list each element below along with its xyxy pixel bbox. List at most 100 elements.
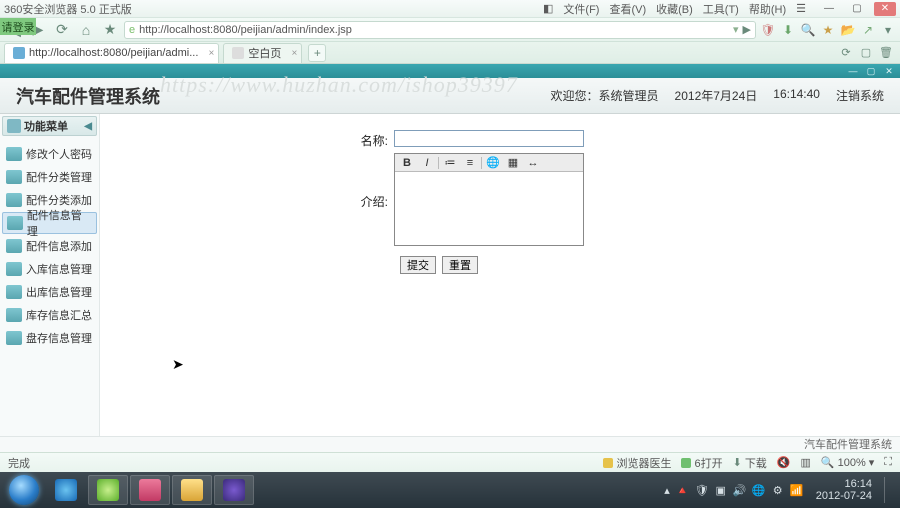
favorite-button[interactable]: ★ <box>100 20 120 40</box>
menu-file[interactable]: 文件(F) <box>559 1 603 17</box>
tray-icon[interactable]: 🔺 <box>676 483 690 497</box>
tab-ctrl-icon[interactable]: ▢ <box>858 45 874 61</box>
menu-fav[interactable]: 收藏(B) <box>652 1 697 17</box>
start-orb-icon <box>9 475 39 505</box>
rte-tool-button[interactable]: ≡ <box>461 156 479 170</box>
status-download[interactable]: ⬇ 下载 <box>733 455 767 471</box>
tray-icon[interactable]: ⚙ <box>771 483 785 497</box>
tray-icon[interactable]: 📶 <box>790 483 804 497</box>
sidebar-item-icon <box>6 262 22 276</box>
sidebar-item[interactable]: 配件信息添加 <box>2 235 97 257</box>
url-dropdown-icon[interactable]: ▾ <box>733 23 739 36</box>
home-button[interactable]: ⌂ <box>76 20 96 40</box>
sidebar: 功能菜单 ◀ 修改个人密码配件分类管理配件分类添加配件信息管理配件信息添加入库信… <box>0 114 100 436</box>
sidebar-item[interactable]: 库存信息汇总 <box>2 304 97 326</box>
window-max-button[interactable]: ▢ <box>846 2 868 16</box>
rte-tool-button[interactable]: 🌐 <box>484 156 502 170</box>
tool-icon[interactable]: ★ <box>820 22 836 38</box>
reset-button[interactable]: 重置 <box>442 256 478 274</box>
url-bar[interactable]: e http://localhost:8080/peijian/admin/in… <box>124 21 756 39</box>
sidebar-header[interactable]: 功能菜单 ◀ <box>2 116 97 136</box>
app-close-icon[interactable]: ✕ <box>882 66 896 76</box>
app-titlebar: — ▢ ✕ <box>0 64 900 78</box>
login-badge[interactable]: 请登录 <box>0 18 36 35</box>
sidebar-collapse-icon[interactable]: ◀ <box>84 121 92 132</box>
sidebar-header-icon <box>7 119 21 133</box>
tab-label: 空白页 <box>248 45 281 61</box>
menu-tools[interactable]: 工具(T) <box>699 1 743 17</box>
show-desktop-button[interactable] <box>884 477 896 503</box>
sidebar-item[interactable]: 修改个人密码 <box>2 143 97 165</box>
url-text: http://localhost:8080/peijian/admin/inde… <box>139 24 352 36</box>
start-button[interactable] <box>4 475 44 505</box>
sidebar-item[interactable]: 配件分类管理 <box>2 166 97 188</box>
app-footer-text: 汽车配件管理系统 <box>804 439 892 451</box>
rte-tool-button[interactable]: I <box>418 156 436 170</box>
task-app1[interactable] <box>130 475 170 505</box>
tab-favicon-icon <box>232 47 244 59</box>
tool-icon[interactable]: ▾ <box>880 22 896 38</box>
tray-icon[interactable]: 🌐 <box>752 483 766 497</box>
tool-icon[interactable]: ⬇ <box>780 22 796 38</box>
status-zoom[interactable]: 🔍 100% ▾ <box>821 456 874 469</box>
tab-add-button[interactable]: + <box>308 44 326 62</box>
tab-ctrl-icon[interactable]: ⟳ <box>838 45 854 61</box>
app-header: 汽车配件管理系统 欢迎您：系统管理员 2012年7月24日 16:14:40 注… <box>0 78 900 114</box>
tray-icon[interactable]: 🛡 <box>695 483 709 497</box>
tool-icon[interactable]: 🛡 <box>760 22 776 38</box>
status-done: 完成 <box>8 455 30 471</box>
sidebar-item[interactable]: 入库信息管理 <box>2 258 97 280</box>
intro-label: 介绍: <box>100 153 394 210</box>
clock-time: 16:14 <box>816 478 872 490</box>
task-eclipse[interactable] <box>214 475 254 505</box>
tray-icon[interactable]: ▣ <box>714 483 728 497</box>
status-mute-icon[interactable]: 🔇 <box>777 456 791 469</box>
sidebar-item-label: 配件信息管理 <box>27 207 92 239</box>
task-explorer[interactable] <box>172 475 212 505</box>
tab-right-controls: ⟳ ▢ 🗑 <box>832 45 900 61</box>
rte-tool-button[interactable]: ≔ <box>441 156 459 170</box>
tool-icon[interactable]: ↗ <box>860 22 876 38</box>
task-360[interactable] <box>88 475 128 505</box>
green-dot-icon <box>681 458 691 468</box>
tab-close-icon[interactable]: × <box>292 48 298 59</box>
tab-favicon-icon <box>13 47 25 59</box>
submit-button[interactable]: 提交 <box>400 256 436 274</box>
window-close-button[interactable]: ✕ <box>874 2 896 16</box>
sidebar-item[interactable]: 配件信息管理 <box>2 212 97 234</box>
tray-arrow-icon[interactable]: ▴ <box>664 484 670 497</box>
taskbar-clock[interactable]: 16:14 2012-07-24 <box>810 478 878 502</box>
skin-icon[interactable]: ◧ <box>539 2 557 15</box>
name-input[interactable] <box>394 130 584 147</box>
app-date: 2012年7月24日 <box>675 87 758 104</box>
refresh-button[interactable]: ⟳ <box>52 20 72 40</box>
logout-link[interactable]: 注销系统 <box>836 87 884 104</box>
menu-more-icon[interactable]: ☰ <box>792 2 810 15</box>
url-go-button[interactable]: ▶ <box>743 23 751 36</box>
tool-icon[interactable]: 🔍 <box>800 22 816 38</box>
tab-active[interactable]: http://localhost:8080/peijian/admi... × <box>4 43 219 63</box>
sidebar-item[interactable]: 盘存信息管理 <box>2 327 97 349</box>
rte-tool-button[interactable]: ▦ <box>504 156 522 170</box>
app-max-icon[interactable]: ▢ <box>864 66 878 76</box>
app-min-icon[interactable]: — <box>846 66 860 76</box>
status-doctor[interactable]: 浏览器医生 <box>603 455 671 471</box>
intro-textarea[interactable] <box>395 172 583 242</box>
tab-inactive[interactable]: 空白页 × <box>223 43 302 63</box>
tray-icon[interactable]: 🔊 <box>733 483 747 497</box>
status-open-count[interactable]: 6打开 <box>681 455 722 471</box>
sidebar-item[interactable]: 出库信息管理 <box>2 281 97 303</box>
menu-view[interactable]: 查看(V) <box>605 1 650 17</box>
rte-tool-button[interactable]: ↔ <box>524 156 542 170</box>
window-min-button[interactable]: — <box>818 2 840 16</box>
tool-icon[interactable]: 📂 <box>840 22 856 38</box>
status-expand-icon[interactable]: ⛶ <box>884 456 892 469</box>
menu-help[interactable]: 帮助(H) <box>745 1 790 17</box>
status-split-icon[interactable]: ▥ <box>801 456 811 469</box>
task-ie[interactable] <box>46 475 86 505</box>
sidebar-item-label: 配件信息添加 <box>26 238 92 254</box>
rte-tool-button[interactable]: B <box>398 156 416 170</box>
window-controls: — ▢ ✕ <box>818 2 896 16</box>
tab-close-icon[interactable]: × <box>209 48 215 59</box>
tab-ctrl-icon[interactable]: 🗑 <box>878 45 894 61</box>
